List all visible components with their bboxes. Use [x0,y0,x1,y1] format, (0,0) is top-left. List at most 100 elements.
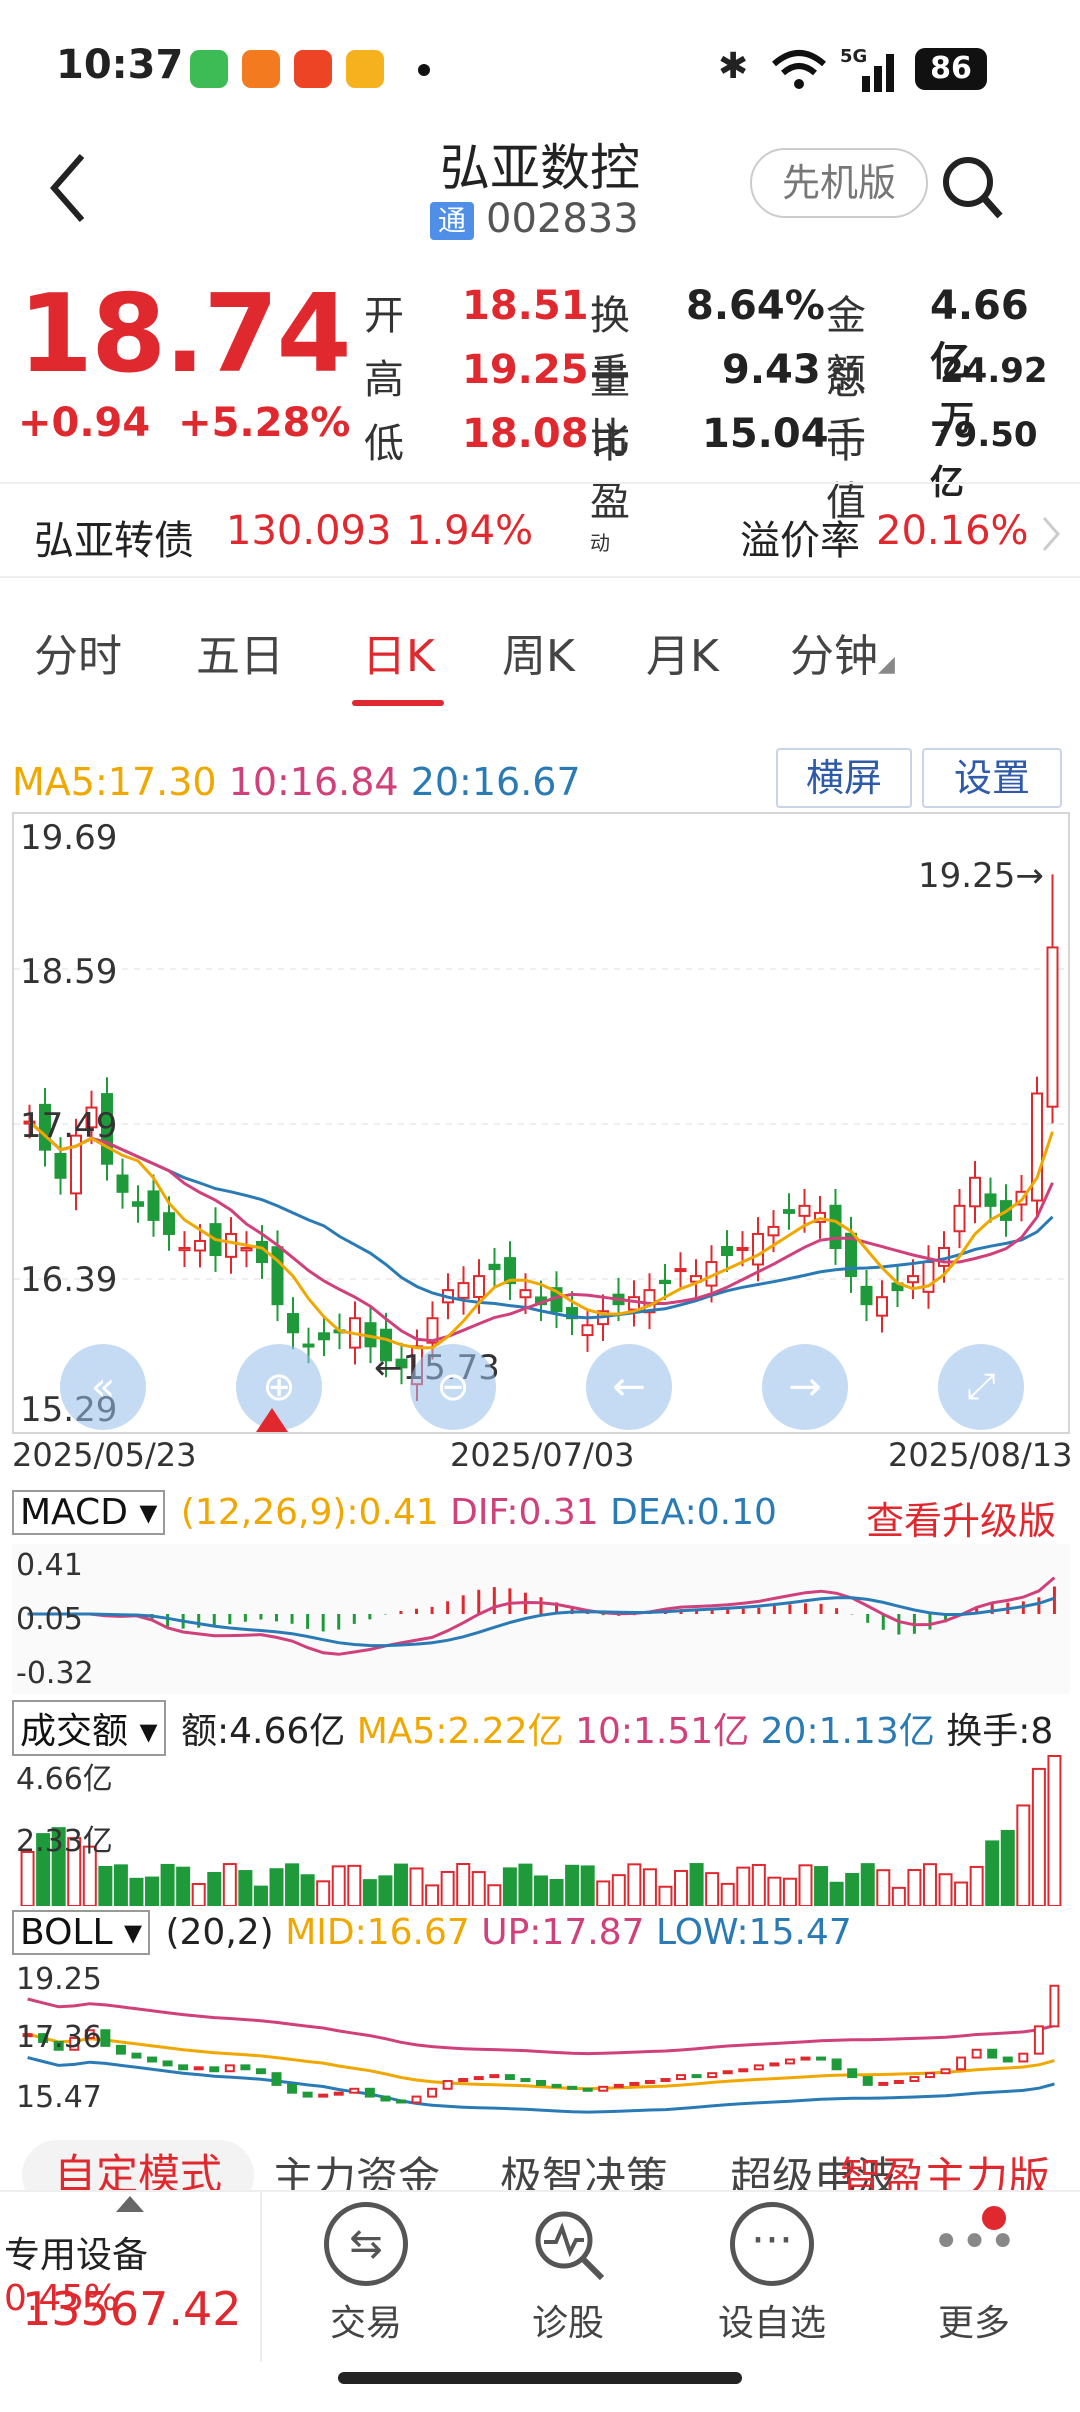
volume-bar [814,1866,829,1906]
candle-body [721,1246,733,1257]
add-watchlist-button[interactable]: ··· 设自选 [702,2202,842,2346]
status-bar: 10:37 ✱ 5G 86 [0,0,1080,130]
macd-selector[interactable]: MACD ▾ [12,1490,166,1535]
boll-candle [707,2072,718,2079]
volume-bar [362,1879,377,1906]
stock-code: 002833 [486,196,639,242]
candle-body [194,1239,206,1252]
tab-intraday[interactable]: 分时 [34,620,122,684]
tab-five-day[interactable]: 五日 [196,620,284,684]
boll-candle [240,2064,251,2071]
video-app-icon [294,50,332,88]
boll-selector[interactable]: BOLL ▾ [12,1910,151,1955]
signal-marker-icon [256,1408,288,1432]
volume-bar [549,1879,564,1906]
volume-bar [98,1865,113,1906]
landscape-button[interactable]: 横屏 [776,748,912,808]
volume-bar [347,1864,362,1906]
boll-candle [753,2064,764,2071]
move-left-button[interactable]: ← [586,1344,672,1430]
ma-legend: MA5:17.30 10:16.84 20:16.67 [12,760,581,804]
volume-chart[interactable]: 4.66亿 2.33亿 [12,1752,1070,1906]
fullscreen-button[interactable]: ⤢ [938,1344,1024,1430]
tab-daily-k[interactable]: 日K [362,620,435,684]
move-right-button[interactable]: → [762,1344,848,1430]
kline-chart[interactable]: 19.69 18.59 17.49 16.39 15.29 19.25→ ←15… [12,812,1070,1434]
candle-body [953,1204,966,1233]
tab-weekly-k[interactable]: 周K [502,620,575,684]
boll-candle [769,2062,780,2067]
volume-bar [316,1880,331,1906]
volume-bar [829,1881,844,1906]
volume-bar [891,1886,906,1906]
volume-ratio-value: 9.43 [722,347,821,393]
volume-bar [534,1875,548,1906]
volume-bar [207,1872,222,1906]
candle-body [829,1204,842,1250]
macd-svg [27,1576,1056,1656]
app-notification-icon [242,50,280,88]
volume-selector[interactable]: 成交额 ▾ [12,1700,166,1756]
current-price: 18.74 [18,272,352,397]
boll-candle [131,2052,142,2059]
boll-svg [22,1984,1060,2114]
candle-body [736,1247,749,1252]
rewind-button[interactable]: « [60,1344,146,1430]
boll-candle [115,2044,126,2055]
more-button[interactable]: ••• 更多 [904,2202,1044,2346]
wifi-icon [772,50,826,89]
volume-bar [736,1866,751,1906]
diagnose-button[interactable]: 诊股 [498,2202,638,2346]
bond-change: 1.94% [406,508,534,554]
boll-candle [909,2076,920,2082]
ma10-value: 10:16.84 [228,760,399,804]
upgrade-link[interactable]: 查看升级版 [866,1490,1056,1545]
candle-body [54,1152,67,1179]
boll-candle [878,2081,889,2086]
date-start: 2025/05/23 [12,1436,197,1474]
settings-button[interactable]: 设置 [922,748,1062,808]
bluetooth-icon: ✱ [718,46,749,87]
candle-body [907,1275,919,1284]
convertible-bond-row[interactable]: 弘亚转债 130.093 1.94% 溢价率 20.16% [0,482,1080,578]
candle-body [147,1190,160,1221]
y-label-top: 19.69 [20,818,118,858]
candle-body [457,1282,470,1299]
boll-chart[interactable]: 19.25 17.36 15.47 [12,1960,1070,2120]
trade-button[interactable]: ⇆ 交易 [296,2202,436,2346]
boll-candle [676,2074,687,2081]
boll-candle [364,2087,375,2098]
candle-body [163,1212,175,1235]
pro-version-button[interactable]: 先机版 [750,148,928,218]
zoom-out-button[interactable]: ⊖ [410,1344,496,1430]
volume-svg [20,1755,1062,1906]
volume-bar [440,1870,455,1906]
sector-index[interactable]: 专用设备 0.45% 13567.42 [0,2192,262,2362]
boll-candle [318,2093,329,2098]
macd-y-mid: 0.05 [16,1602,83,1637]
diagnose-icon [526,2202,610,2286]
macd-chart[interactable]: 0.41 0.05 -0.32 [12,1544,1070,1694]
volume-bar [938,1873,953,1906]
candle-body [240,1247,253,1252]
search-icon[interactable] [938,148,1008,228]
dropdown-triangle-icon: ◢ [878,652,895,677]
volume-bar [596,1880,611,1906]
candle-body [674,1268,687,1273]
boll-candle [800,2056,811,2061]
tab-monthly-k[interactable]: 月K [646,620,719,684]
open-label: 开 [364,293,404,339]
candle-body [225,1232,237,1258]
volume-bar [378,1875,393,1906]
price-change: +0.94 +5.28% [18,400,351,446]
boll-candle [567,2085,578,2090]
boll-candle [411,2095,422,2104]
tab-minute[interactable]: 分钟◢ [790,620,895,684]
macd-legend: MACD ▾ (12,26,9):0.41 DIF:0.31 DEA:0.10 [12,1490,777,1535]
boll-candle [847,2068,858,2079]
date-end: 2025/08/13 [888,1436,1073,1474]
high-marker: 19.25→ [918,856,1044,896]
volume-bar [425,1884,440,1906]
candle-body [783,1209,795,1214]
volume-bar [285,1863,300,1906]
